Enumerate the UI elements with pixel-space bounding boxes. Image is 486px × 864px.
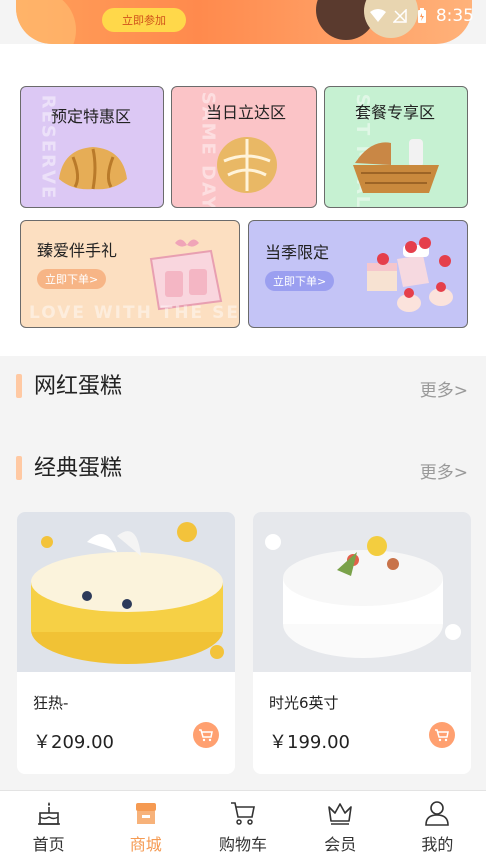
product-price: ￥199.00 [269,732,350,753]
product-image [17,512,235,672]
section-header-trending: 网红蛋糕 更多> [0,366,486,406]
cake-icon [37,802,60,825]
section-marker [16,374,22,398]
product-card[interactable]: 狂热- ￥209.00 [17,512,235,774]
order-now-button[interactable]: 立即下单> [265,271,335,291]
more-link[interactable]: 更多> [420,376,468,401]
category-title: 套餐专享区 [355,103,436,122]
battery-icon [414,8,430,24]
category-card-same-day[interactable]: SAME DAY 当日立达区 [171,86,317,208]
category-card-reserve[interactable]: RESERVE 预定特惠区 [20,86,164,208]
promo-title: 臻爱伴手礼 [37,241,118,260]
nav-label: 我的 [421,835,454,854]
add-to-cart-button[interactable] [429,722,455,748]
promo-card-seasonal[interactable]: 当季限定 立即下单> [248,220,468,328]
wifi-icon [369,8,386,24]
crown-icon [328,803,353,825]
promo-title: 当季限定 [265,243,330,262]
product-name: 时光6英寸 [269,694,339,712]
nav-label: 首页 [32,835,65,854]
nav-label: 会员 [324,835,357,854]
status-time: 8:35 [435,6,474,26]
strawberry-cakes-icon [367,237,453,312]
nav-label: 购物车 [219,835,268,854]
promo-ghost-text: LOVE WITH THE SEASONAL LIMITED [29,303,240,323]
no-signal-icon [392,8,408,24]
nav-item-home[interactable]: 首页 [0,791,97,864]
cart-icon [199,729,213,742]
cart-icon [435,729,449,742]
store-icon [135,803,156,824]
status-bar: 8:35 [369,6,474,26]
join-now-button[interactable]: 立即参加 [102,8,186,32]
product-card[interactable]: 时光6英寸 ￥199.00 [253,512,471,774]
nav-item-member[interactable]: 会员 [292,791,389,864]
order-now-button[interactable]: 立即下单> [37,269,107,289]
category-card-set-meal[interactable]: SET MEAL 套餐专享区 [324,86,468,208]
section-title: 网红蛋糕 [34,374,123,399]
section-title: 经典蛋糕 [34,456,123,481]
nav-item-profile[interactable]: 我的 [389,791,486,864]
product-price: ￥209.00 [33,732,114,753]
product-name: 狂热- [33,694,69,712]
promo-card-gift[interactable]: 臻爱伴手礼 立即下单> LOVE WITH THE SEASONAL LIMIT… [20,220,240,328]
bottom-nav: 首页 商城 购物车 会员 我的 [0,790,486,864]
nav-item-cart[interactable]: 购物车 [194,791,291,864]
basket-icon [353,139,439,193]
cart-icon [231,802,255,825]
category-title: 当日立达区 [206,103,287,122]
category-title: 预定特惠区 [51,107,132,126]
add-to-cart-button[interactable] [193,722,219,748]
section-marker [16,456,22,480]
user-icon [425,801,450,826]
section-header-classic: 经典蛋糕 更多> [0,448,486,488]
bread-roll-icon [217,137,277,193]
croissant-icon [59,147,127,190]
product-image [253,512,471,672]
more-link[interactable]: 更多> [420,458,468,483]
nav-label: 商城 [129,835,162,854]
nav-item-store[interactable]: 商城 [97,791,194,864]
